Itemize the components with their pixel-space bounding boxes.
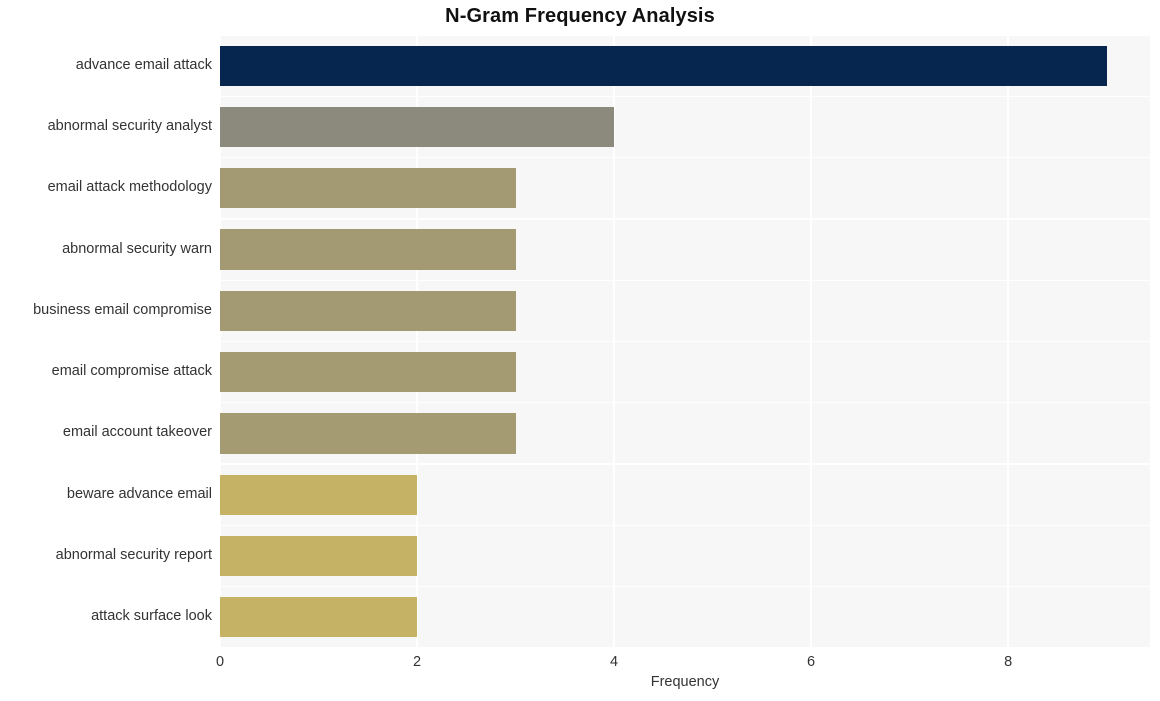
y-tick-label: abnormal security report — [55, 547, 212, 564]
bar — [220, 474, 418, 515]
x-tick-label: 4 — [610, 654, 619, 670]
bar — [220, 535, 418, 577]
x-tick-label: 8 — [1004, 654, 1013, 670]
y-axis: advance email attack abnormal security an… — [0, 35, 212, 648]
gridline-horizontal — [220, 463, 1150, 465]
y-tick-label: email account takeover — [62, 424, 212, 441]
bar — [220, 45, 1107, 86]
chart-title: N-Gram Frequency Analysis — [445, 5, 715, 27]
gridline-horizontal — [220, 340, 1150, 343]
y-tick-label: email compromise attack — [51, 363, 212, 380]
gridline-horizontal — [220, 218, 1150, 220]
chart-figure: N-Gram Frequency Analysis advance email … — [0, 0, 1160, 701]
gridline-horizontal — [220, 35, 1150, 36]
y-tick-label: email attack methodology — [47, 179, 212, 196]
y-tick-label: advance email attack — [75, 56, 212, 73]
gridline-horizontal — [220, 279, 1150, 281]
gridline-horizontal — [220, 402, 1150, 404]
y-tick-label: abnormal security analyst — [47, 117, 212, 134]
plot-area — [220, 35, 1150, 648]
gridline-horizontal — [220, 95, 1150, 97]
gridline-horizontal — [220, 524, 1150, 527]
bar — [220, 229, 516, 270]
gridline-horizontal — [220, 156, 1150, 159]
bar — [220, 413, 516, 454]
y-tick-label: beware advance email — [66, 485, 212, 502]
x-tick-label: 2 — [412, 654, 422, 670]
y-tick-label: attack surface look — [91, 608, 212, 625]
x-axis-title: Frequency — [650, 674, 720, 690]
y-tick-label: abnormal security warn — [62, 240, 212, 257]
bar — [220, 290, 516, 331]
x-tick-label: 6 — [807, 654, 816, 670]
gridline-horizontal — [220, 586, 1150, 588]
bar — [220, 597, 418, 638]
bar — [220, 352, 516, 393]
y-tick-label: business email compromise — [33, 301, 212, 318]
bar — [220, 168, 516, 209]
x-tick-label: 0 — [215, 654, 225, 670]
bar — [220, 106, 615, 147]
